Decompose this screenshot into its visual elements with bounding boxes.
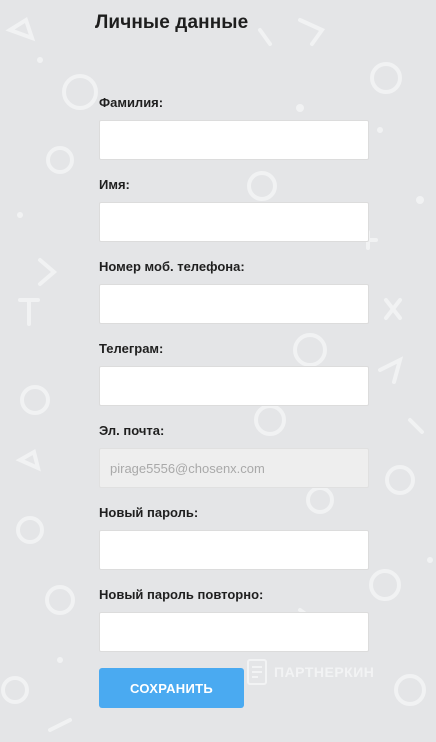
first-name-label: Имя: [99,177,130,192]
first-name-input[interactable] [99,202,369,242]
watermark-text: ПАРТНЕРКИН [274,664,375,680]
email-label: Эл. почта: [99,423,165,438]
new-password-label: Новый пароль: [99,505,199,520]
telegram-label: Телеграм: [99,341,164,356]
email-field [99,448,369,488]
phone-input[interactable] [99,284,369,324]
new-password-input[interactable] [99,530,369,570]
watermark: ПАРТНЕРКИН [246,658,374,686]
last-name-label: Фамилия: [99,95,164,110]
repeat-password-input[interactable] [99,612,369,652]
last-name-input[interactable] [99,120,369,160]
profile-form-panel: Личные данные Фамилия: Имя: Номер моб. т… [0,0,436,742]
page-title: Личные данные [95,12,249,33]
phone-label: Номер моб. телефона: [99,259,245,274]
save-button[interactable]: СОХРАНИТЬ [99,668,244,708]
watermark-logo-icon [247,659,267,685]
repeat-password-label: Новый пароль повторно: [99,587,264,602]
telegram-input[interactable] [99,366,369,406]
